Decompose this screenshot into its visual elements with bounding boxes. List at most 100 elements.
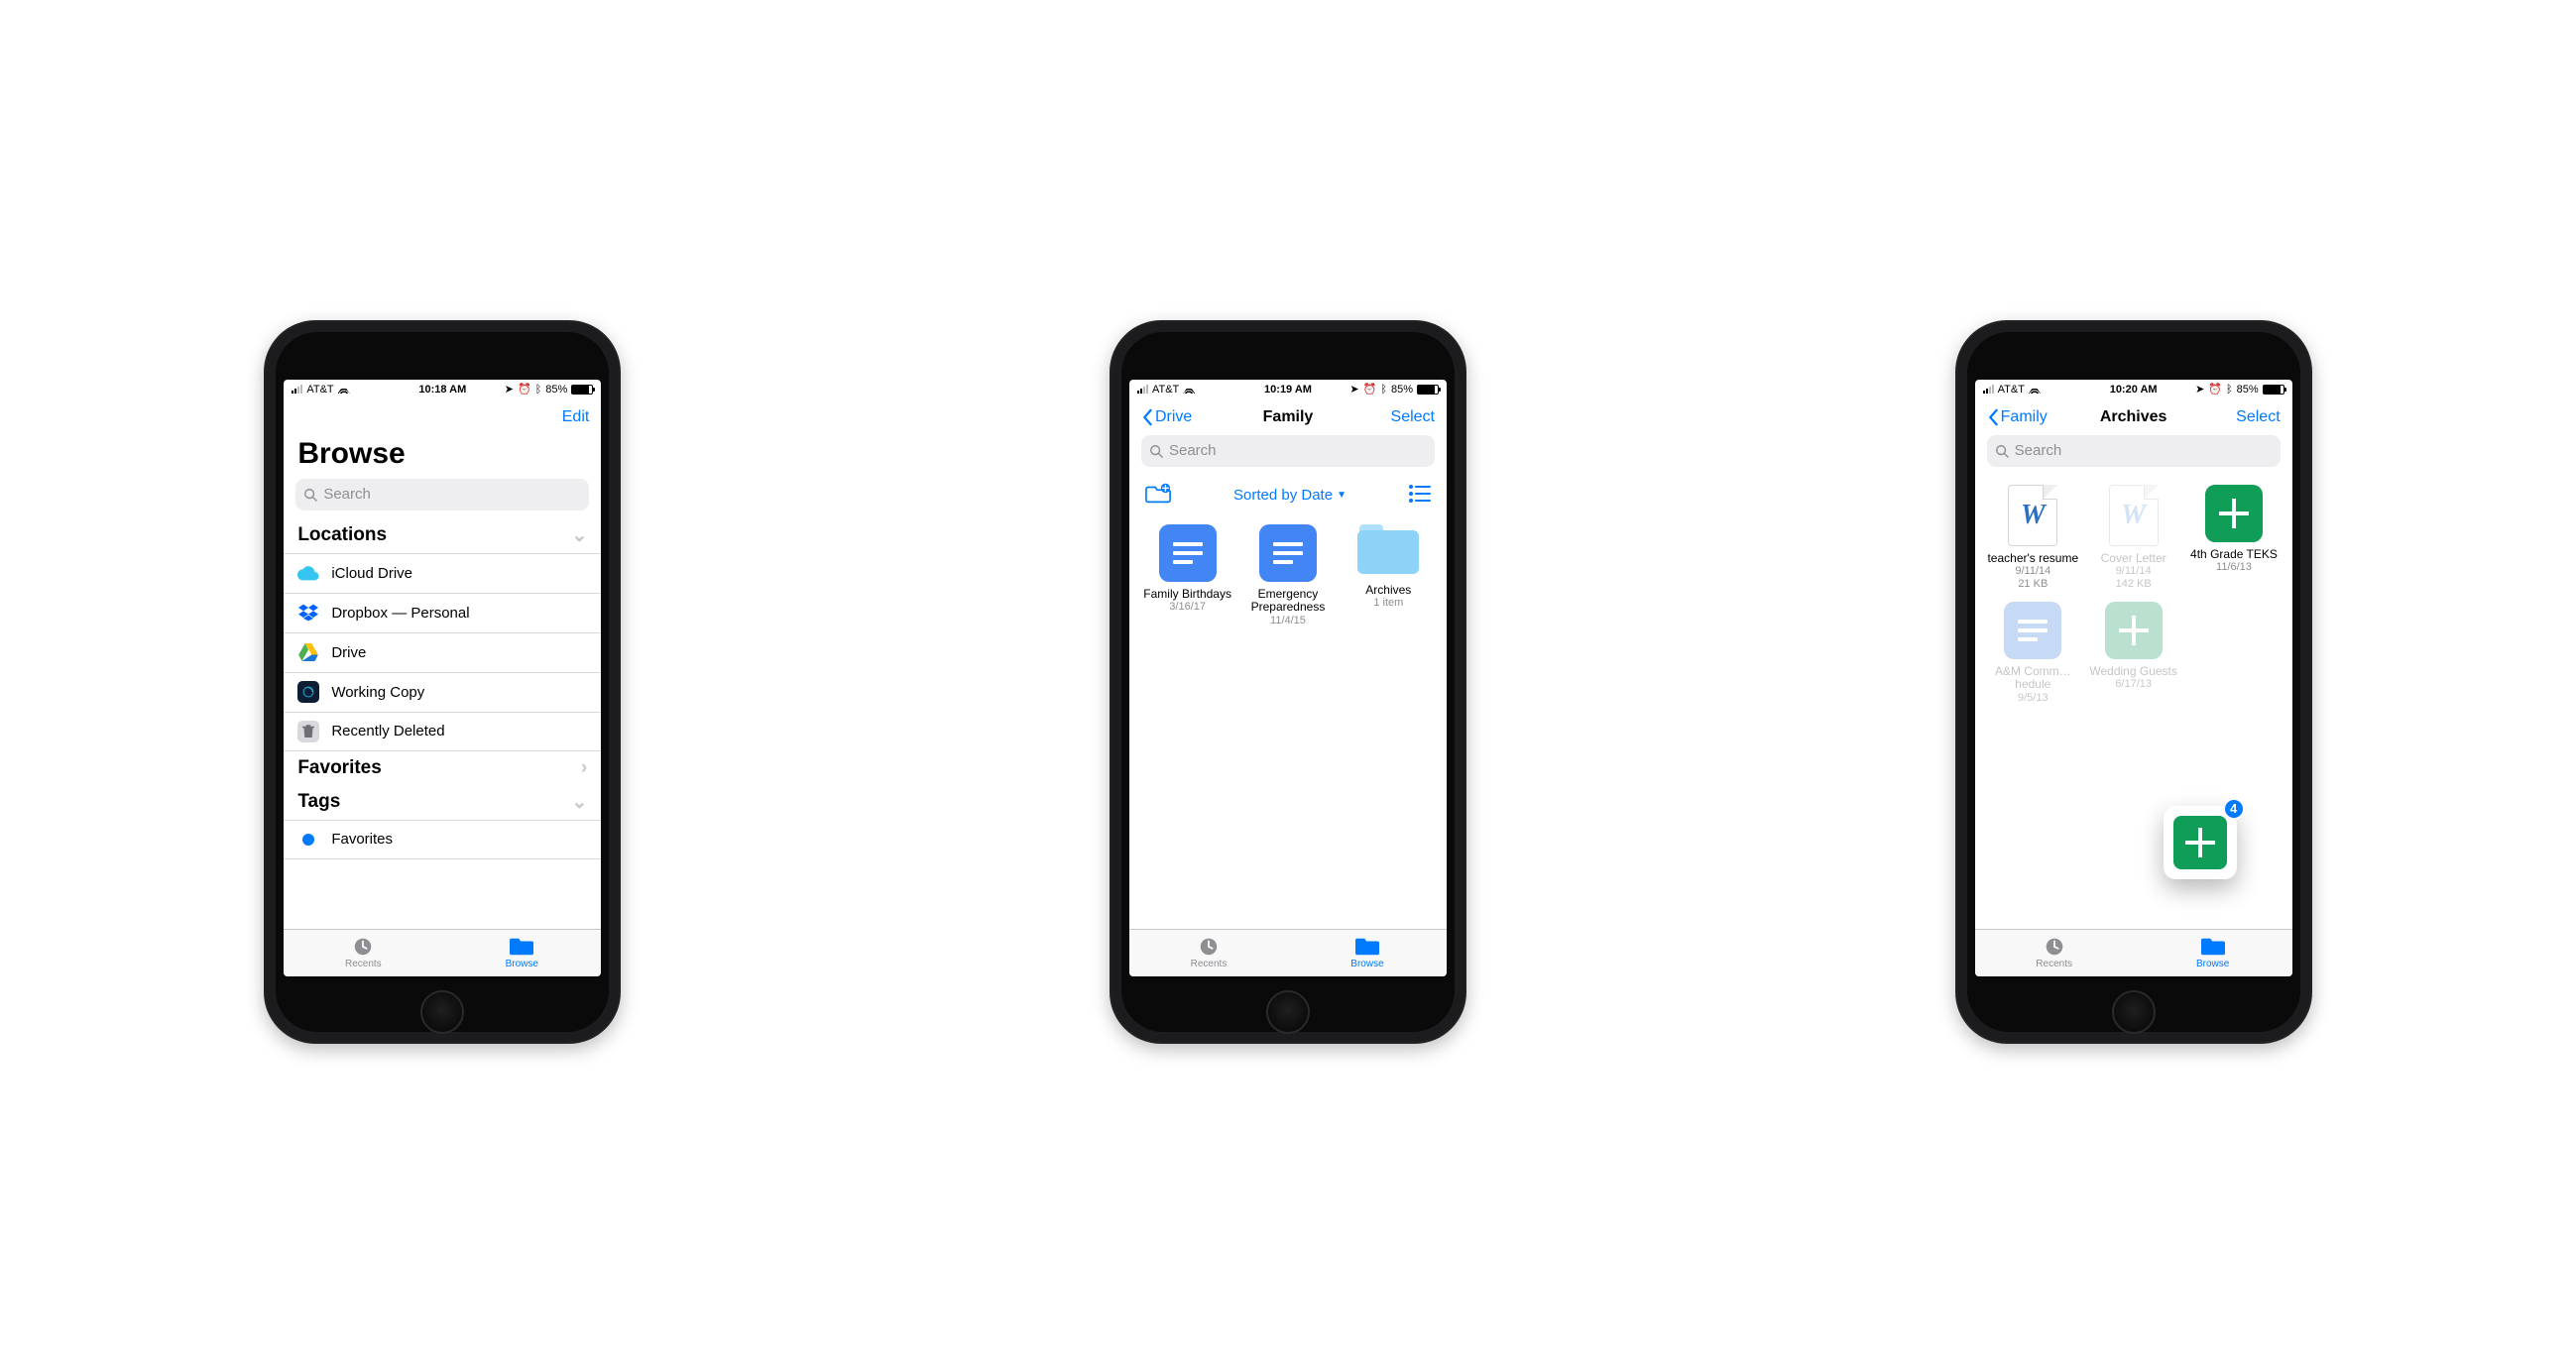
section-tags[interactable]: Tags ⌄	[284, 785, 601, 820]
bluetooth-icon: ᛒ	[535, 384, 542, 396]
tab-label: Recents	[1191, 959, 1228, 969]
clock: 10:20 AM	[2110, 384, 2158, 396]
tab-browse[interactable]: Browse	[1288, 930, 1447, 976]
clock-icon	[2043, 936, 2066, 958]
file-meta: 1 item	[1373, 597, 1403, 610]
sort-button[interactable]: Sorted by Date ▼	[1233, 487, 1347, 504]
file-name: Family Birthdays	[1143, 588, 1231, 602]
nav-bar: Edit	[284, 399, 601, 435]
file-name: 4th Grade TEKS	[2190, 548, 2278, 562]
tab-recents[interactable]: Recents	[1129, 930, 1288, 976]
search-input[interactable]: Search	[1141, 435, 1435, 467]
file-grid: Family Birthdays 3/16/17 Emergency Prepa…	[1129, 511, 1447, 642]
folder-icon	[2201, 936, 2225, 958]
tab-label: Browse	[1350, 959, 1383, 969]
search-input[interactable]: Search	[295, 479, 589, 511]
chevron-left-icon	[1141, 408, 1153, 426]
file-date: 11/4/15	[1270, 615, 1306, 627]
page-title: Browse	[284, 435, 601, 479]
list-item-label: iCloud Drive	[331, 565, 412, 582]
file-emergency-preparedness[interactable]: Emergency Preparedness 11/4/15	[1239, 524, 1336, 628]
back-button[interactable]: Family	[1987, 408, 2048, 426]
back-label: Drive	[1155, 408, 1192, 426]
section-locations[interactable]: Locations ⌄	[284, 518, 601, 553]
file-cover-letter[interactable]: W Cover Letter 9/11/14 142 KB	[2085, 485, 2181, 592]
file-teachers-resume[interactable]: W teacher's resume 9/11/14 21 KB	[1985, 485, 2081, 592]
location-working-copy[interactable]: Working Copy	[284, 672, 601, 712]
clock-icon	[1197, 936, 1221, 958]
battery-icon	[2263, 385, 2284, 395]
screen-family: AT&T 10:19 AM ➤ ⏰ ᛒ 85% Drive Family	[1129, 380, 1447, 976]
wifi-icon	[2029, 385, 2041, 394]
file-name: teacher's resume	[1987, 552, 2078, 566]
signal-icon	[1983, 385, 1994, 394]
tab-recents[interactable]: Recents	[1975, 930, 2134, 976]
location-icloud[interactable]: iCloud Drive	[284, 553, 601, 593]
signal-icon	[1137, 385, 1148, 394]
clock: 10:19 AM	[1264, 384, 1312, 396]
section-favorites[interactable]: Favorites ›	[284, 751, 601, 785]
google-sheet-icon	[2173, 816, 2227, 869]
page-title: Archives	[2100, 408, 2167, 426]
phone-frame-1: AT&T 10:18 AM ➤ ⏰ ᛒ 85% Edit Browse	[264, 320, 621, 1044]
file-date: 11/6/13	[2216, 561, 2252, 574]
carrier-label: AT&T	[1998, 384, 2025, 396]
bluetooth-icon: ᛒ	[2226, 384, 2233, 396]
tab-label: Browse	[506, 959, 538, 969]
home-button[interactable]	[420, 990, 464, 1034]
bluetooth-icon: ᛒ	[1380, 384, 1387, 396]
battery-icon	[1417, 385, 1439, 395]
home-button[interactable]	[2112, 990, 2156, 1034]
file-4th-grade-teks[interactable]: 4th Grade TEKS 11/6/13	[2185, 485, 2282, 592]
select-button[interactable]: Select	[2236, 408, 2280, 426]
back-label: Family	[2001, 408, 2048, 426]
select-button[interactable]: Select	[1391, 408, 1435, 426]
tab-browse[interactable]: Browse	[2134, 930, 2292, 976]
folder-archives[interactable]: Archives 1 item	[1341, 524, 1437, 628]
phone-frame-3: AT&T 10:20 AM ➤ ⏰ ᛒ 85% Family Archives	[1955, 320, 2312, 1044]
icloud-icon	[297, 562, 319, 584]
tab-label: Recents	[2036, 959, 2072, 969]
wifi-icon	[1183, 385, 1195, 394]
trash-icon	[297, 721, 319, 742]
file-wedding-guests[interactable]: Wedding Guests 6/17/13	[2085, 602, 2181, 706]
tab-bar: Recents Browse	[1129, 929, 1447, 976]
battery-pct: 85%	[1391, 384, 1413, 396]
clock-icon	[351, 936, 375, 958]
section-locations-label: Locations	[297, 524, 387, 546]
tab-browse[interactable]: Browse	[442, 930, 601, 976]
location-recently-deleted[interactable]: Recently Deleted	[284, 712, 601, 751]
tab-recents[interactable]: Recents	[284, 930, 442, 976]
drag-count-badge: 4	[2223, 798, 2245, 820]
list-view-button[interactable]	[1409, 485, 1431, 507]
list-item-label: Favorites	[331, 831, 393, 848]
signal-icon	[292, 385, 302, 394]
file-family-birthdays[interactable]: Family Birthdays 3/16/17	[1139, 524, 1235, 628]
alarm-icon: ⏰	[518, 383, 531, 396]
edit-button[interactable]: Edit	[562, 408, 590, 426]
list-item-label: Working Copy	[331, 684, 424, 701]
folder-toolbar: Sorted by Date ▼	[1129, 475, 1447, 511]
page-title: Family	[1263, 408, 1314, 426]
chevron-down-icon: ⌄	[571, 524, 587, 547]
file-am-comm-schedule[interactable]: A&M Comm…hedule 9/5/13	[1985, 602, 2081, 706]
clock: 10:18 AM	[418, 384, 466, 396]
tag-favorites[interactable]: Favorites	[284, 820, 601, 859]
location-icon: ➤	[1349, 383, 1358, 396]
search-icon	[1995, 444, 2009, 458]
list-item-label: Recently Deleted	[331, 723, 444, 739]
screen-archives: AT&T 10:20 AM ➤ ⏰ ᛒ 85% Family Archives	[1975, 380, 2292, 976]
sort-label-text: Sorted by Date	[1233, 487, 1333, 504]
google-doc-icon	[1159, 524, 1217, 582]
folder-icon	[510, 936, 533, 958]
chevron-down-icon: ⌄	[571, 791, 587, 814]
new-folder-button[interactable]	[1145, 483, 1171, 509]
drag-preview[interactable]: 4	[2164, 806, 2237, 879]
location-drive[interactable]: Drive	[284, 632, 601, 672]
back-button[interactable]: Drive	[1141, 408, 1192, 426]
location-dropbox[interactable]: Dropbox — Personal	[284, 593, 601, 632]
search-input[interactable]: Search	[1987, 435, 2281, 467]
file-name: Emergency Preparedness	[1242, 588, 1334, 616]
home-button[interactable]	[1266, 990, 1310, 1034]
tab-label: Browse	[2196, 959, 2229, 969]
